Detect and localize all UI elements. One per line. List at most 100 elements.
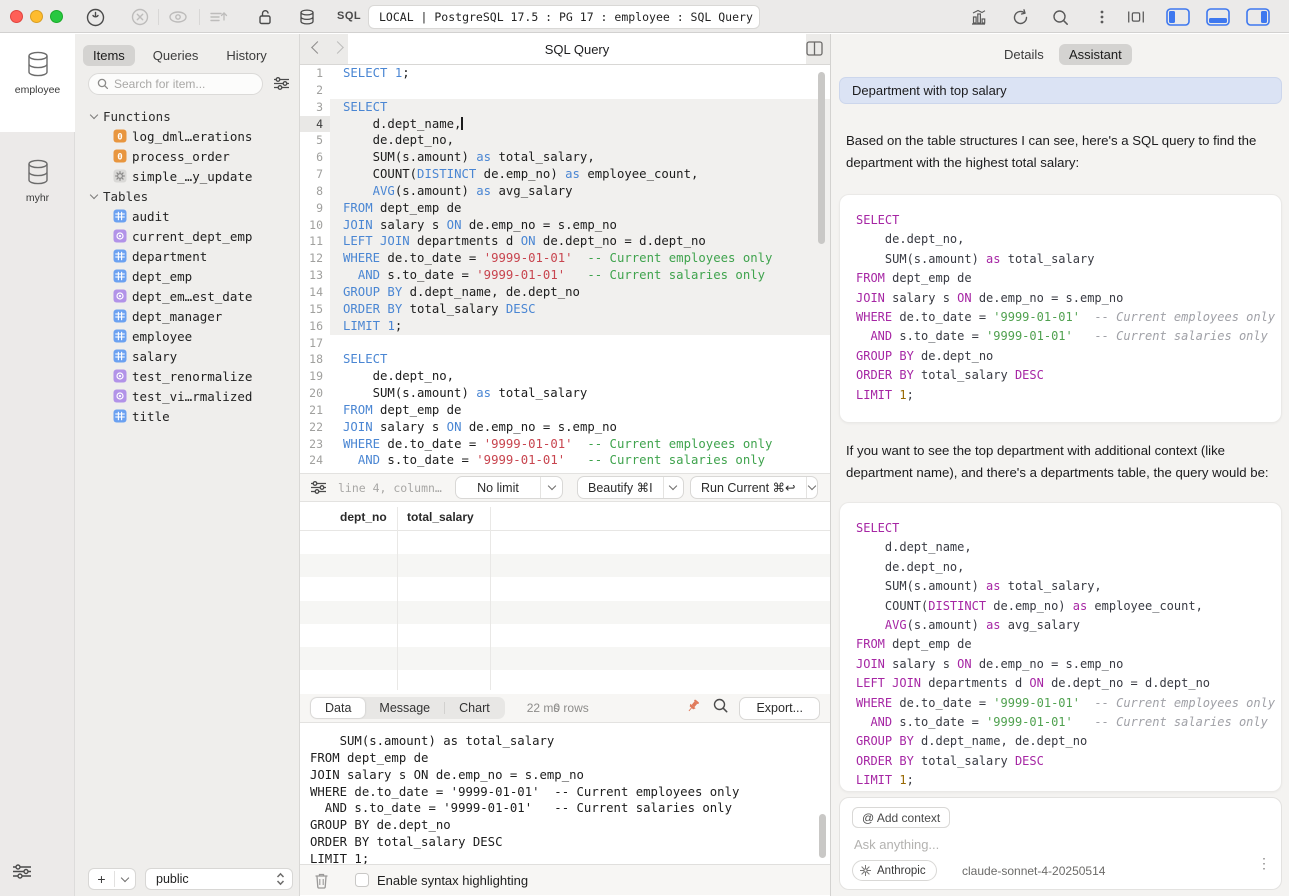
editor-line-23[interactable]: 23WHERE de.to_date = '9999-01-01' -- Cur…	[300, 436, 830, 453]
editor-line-11[interactable]: 11LEFT JOIN departments d ON de.dept_no …	[300, 233, 830, 250]
editor-line-14[interactable]: 14GROUP BY d.dept_name, de.dept_no	[300, 284, 830, 301]
sidebar-item-log-dml-erations[interactable]: 0log_dml…erations	[75, 126, 300, 146]
editor-scrollbar[interactable]	[818, 72, 825, 244]
limit-dropdown[interactable]: No limit	[455, 476, 563, 499]
sidebar-item-salary[interactable]: salary	[75, 346, 300, 366]
table-row[interactable]	[300, 531, 830, 554]
provider-selector[interactable]: Anthropic	[852, 860, 937, 881]
column-header-dept-no[interactable]: dept_no	[330, 510, 397, 524]
tab-history[interactable]: History	[216, 45, 276, 66]
editor-line-6[interactable]: 6 SUM(s.amount) as total_salary,	[300, 149, 830, 166]
editor-line-3[interactable]: 3SELECT	[300, 99, 830, 116]
connection-title[interactable]: LOCAL | PostgreSQL 17.5 : PG 17 : employ…	[368, 5, 760, 29]
message-scrollbar[interactable]	[819, 814, 826, 858]
pin-icon[interactable]	[684, 697, 702, 720]
schema-select[interactable]: public	[145, 868, 293, 890]
table-row[interactable]	[300, 577, 830, 600]
chevron-down-icon[interactable]	[806, 477, 817, 498]
editor-line-13[interactable]: 13 AND s.to_date = '9999-01-01' -- Curre…	[300, 267, 830, 284]
editor-line-12[interactable]: 12WHERE de.to_date = '9999-01-01' -- Cur…	[300, 250, 830, 267]
refresh-icon[interactable]	[1010, 7, 1030, 27]
tab-items[interactable]: Items	[83, 45, 135, 66]
chat-input-placeholder[interactable]: Ask anything...	[854, 837, 939, 852]
beautify-button[interactable]: Beautify ⌘I	[577, 476, 684, 499]
editor-line-2[interactable]: 2	[300, 82, 830, 99]
sidebar-item-simple-y-update[interactable]: simple_…y_update	[75, 166, 300, 186]
sidebar-item-dept-manager[interactable]: dept_manager	[75, 306, 300, 326]
toggle-bottom-panel-button[interactable]	[1203, 6, 1233, 27]
editor-line-20[interactable]: 20 SUM(s.amount) as total_salary	[300, 385, 830, 402]
sidebar-item-dept-emp[interactable]: dept_emp	[75, 266, 300, 286]
chart-icon[interactable]	[968, 7, 988, 27]
sidebar-item-department[interactable]: department	[75, 246, 300, 266]
results-rows[interactable]	[300, 531, 830, 693]
more-menu-icon[interactable]	[1092, 7, 1112, 27]
sidebar-item-process-order[interactable]: 0process_order	[75, 146, 300, 166]
tab-assistant[interactable]: Assistant	[1059, 44, 1132, 65]
sql-code-editor[interactable]: 1SELECT 1;23SELECT4 d.dept_name,5 de.dep…	[300, 65, 830, 473]
chat-composer[interactable]: @ Add context Ask anything... Anthropic …	[839, 797, 1282, 890]
database-icon[interactable]	[297, 7, 317, 27]
editor-line-21[interactable]: 21FROM dept_emp de	[300, 402, 830, 419]
editor-line-9[interactable]: 9FROM dept_emp de	[300, 200, 830, 217]
sidebar-item-audit[interactable]: audit	[75, 206, 300, 226]
editor-line-17[interactable]: 17	[300, 335, 830, 352]
sidebar-search[interactable]	[88, 73, 263, 95]
sidebar-item-test-vi-rmalized[interactable]: test_vi…rmalized	[75, 386, 300, 406]
chevron-down-icon[interactable]	[663, 477, 683, 498]
unlock-icon[interactable]	[255, 7, 275, 27]
export-button[interactable]: Export...	[739, 697, 820, 720]
toggle-left-panel-button[interactable]	[1163, 6, 1193, 27]
chevron-down-icon[interactable]	[540, 477, 562, 498]
sidebar-item-test-renormalize[interactable]: test_renormalize	[75, 366, 300, 386]
back-icon[interactable]	[311, 41, 324, 54]
sidebar-item-dept-em-est-date[interactable]: dept_em…est_date	[75, 286, 300, 306]
commit-log-icon[interactable]	[208, 7, 228, 27]
tree-section-functions[interactable]: Functions	[75, 106, 300, 126]
tab-message[interactable]: Message	[365, 698, 444, 718]
disconnect-icon[interactable]	[130, 7, 150, 27]
search-results-icon[interactable]	[712, 697, 729, 719]
syntax-highlighting-checkbox[interactable]	[355, 873, 369, 887]
editor-line-24[interactable]: 24 AND s.to_date = '9999-01-01' -- Curre…	[300, 452, 830, 469]
tab-data[interactable]: Data	[311, 698, 365, 718]
sidebar-item-title[interactable]: title	[75, 406, 300, 426]
editor-line-16[interactable]: 16LIMIT 1;	[300, 318, 830, 335]
trash-icon[interactable]	[314, 872, 329, 889]
statusbar-filter-icon[interactable]	[310, 480, 327, 495]
editor-line-22[interactable]: 22JOIN salary s ON de.emp_no = s.emp_no	[300, 419, 830, 436]
sidebar-item-current-dept-emp[interactable]: current_dept_emp	[75, 226, 300, 246]
editor-line-19[interactable]: 19 de.dept_no,	[300, 368, 830, 385]
add-item-button[interactable]: +	[88, 868, 136, 890]
tab-sql-query[interactable]: SQL Query	[348, 34, 806, 64]
minimize-button[interactable]	[30, 10, 43, 23]
assistant-code-block-1[interactable]: SELECT de.dept_no, SUM(s.amount) as tota…	[839, 194, 1282, 423]
table-row[interactable]	[300, 624, 830, 647]
toggle-right-panel-button[interactable]	[1243, 6, 1273, 27]
editor-line-4[interactable]: 4 d.dept_name,	[300, 116, 830, 133]
rail-filter-icon[interactable]	[12, 863, 32, 885]
zoom-button[interactable]	[50, 10, 63, 23]
tab-queries[interactable]: Queries	[143, 45, 209, 66]
editor-line-7[interactable]: 7 COUNT(DISTINCT de.emp_no) as employee_…	[300, 166, 830, 183]
editor-line-15[interactable]: 15ORDER BY total_salary DESC	[300, 301, 830, 318]
connection-myhr[interactable]: myhr	[0, 146, 75, 232]
preview-eye-icon[interactable]	[168, 7, 188, 27]
add-context-button[interactable]: @ Add context	[852, 807, 950, 828]
editor-line-8[interactable]: 8 AVG(s.amount) as avg_salary	[300, 183, 830, 200]
tab-details[interactable]: Details	[994, 44, 1054, 65]
table-row[interactable]	[300, 647, 830, 670]
split-editor-icon[interactable]	[806, 41, 823, 61]
plus-icon[interactable]: +	[89, 871, 115, 887]
search-input[interactable]	[114, 77, 244, 91]
editor-line-18[interactable]: 18SELECT	[300, 351, 830, 368]
connection-employee[interactable]: employee	[0, 34, 75, 132]
tree-section-tables[interactable]: Tables	[75, 186, 300, 206]
table-row[interactable]	[300, 601, 830, 624]
sidebar-filter-icon[interactable]	[273, 76, 290, 96]
table-row[interactable]	[300, 554, 830, 577]
assistant-code-block-2[interactable]: SELECT d.dept_name, de.dept_no, SUM(s.am…	[839, 502, 1282, 792]
search-icon[interactable]	[1050, 7, 1070, 27]
table-row[interactable]	[300, 670, 830, 693]
composer-menu-icon[interactable]: ⋮	[1257, 860, 1267, 867]
